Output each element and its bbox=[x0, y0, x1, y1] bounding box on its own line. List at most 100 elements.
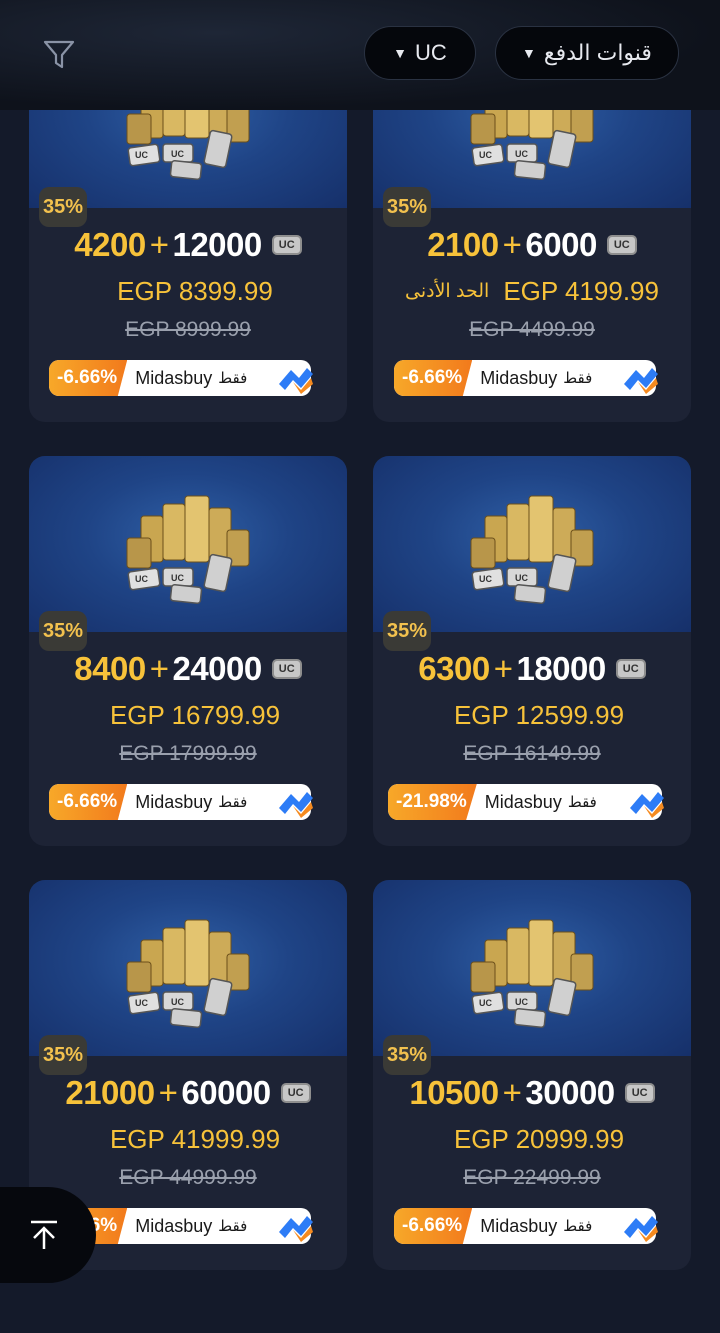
top-bar: ▼ UC ▼ قنوات الدفع bbox=[0, 0, 720, 110]
brand-name: Midasbuy bbox=[135, 791, 213, 812]
current-price: EGP 41999.99 bbox=[109, 1124, 281, 1154]
svg-text:UC: UC bbox=[515, 149, 528, 159]
uc-package-card[interactable]: UC UC 35% 10500 + 30000 UC EGP 20999.99 … bbox=[373, 880, 691, 1270]
currency-label: UC bbox=[415, 40, 447, 65]
minimum-label: الحد الأدنى bbox=[405, 281, 490, 302]
package-image: UC UC bbox=[373, 880, 691, 1056]
plus-sign: + bbox=[158, 1074, 178, 1111]
base-uc-amount: 60000 bbox=[181, 1074, 271, 1111]
uc-amount: 6300 + 18000 UC bbox=[373, 650, 691, 688]
bonus-uc-amount: 2100 bbox=[427, 226, 499, 263]
uc-currency-icon: UC bbox=[271, 659, 302, 679]
svg-text:UC: UC bbox=[135, 150, 148, 160]
discount-percent: -6.66% bbox=[394, 1208, 473, 1244]
uc-currency-icon: UC bbox=[271, 235, 302, 255]
midasbuy-logo-icon bbox=[279, 368, 313, 394]
midasbuy-logo-icon bbox=[624, 368, 658, 394]
only-label: فقط bbox=[563, 370, 593, 387]
original-price: EGP 16149.99 bbox=[463, 742, 601, 765]
base-uc-amount: 6000 bbox=[525, 226, 597, 263]
current-price: EGP 8399.99 bbox=[117, 276, 273, 306]
promo-text: Midasbuy فقط bbox=[472, 368, 592, 389]
uc-package-card[interactable]: UC UC 35% 6300 + 18000 UC EGP 12599.99 E… bbox=[373, 456, 691, 846]
svg-text:UC: UC bbox=[479, 574, 492, 584]
midasbuy-logo-icon bbox=[279, 1216, 313, 1242]
brand-name: Midasbuy bbox=[135, 1215, 213, 1236]
caret-down-icon: ▼ bbox=[522, 45, 536, 61]
price-row: EGP 41999.99 bbox=[29, 1124, 347, 1155]
uc-coins-pile-icon: UC UC bbox=[126, 495, 250, 604]
uc-amount: 8400 + 24000 UC bbox=[29, 650, 347, 688]
only-label: فقط bbox=[218, 794, 248, 811]
original-price: EGP 4499.99 bbox=[469, 318, 595, 341]
plus-sign: + bbox=[149, 226, 169, 263]
bonus-percent-badge: 35% bbox=[383, 187, 431, 227]
plus-sign: + bbox=[502, 1074, 522, 1111]
plus-sign: + bbox=[493, 650, 513, 687]
current-price: EGP 4199.99 bbox=[503, 276, 659, 306]
price-row: EGP 8399.99 bbox=[29, 276, 347, 307]
promo-text: Midasbuy فقط bbox=[127, 1216, 247, 1237]
current-price: EGP 20999.99 bbox=[453, 1124, 625, 1154]
midasbuy-promo-tag: -6.66% Midasbuy فقط bbox=[49, 360, 313, 396]
bonus-percent-badge: 35% bbox=[39, 611, 87, 651]
plus-sign: + bbox=[149, 650, 169, 687]
promo-text: Midasbuy فقط bbox=[472, 1216, 592, 1237]
svg-text:UC: UC bbox=[171, 997, 184, 1007]
svg-text:UC: UC bbox=[135, 574, 148, 584]
uc-amount: 10500 + 30000 UC bbox=[373, 1074, 691, 1112]
base-uc-amount: 30000 bbox=[525, 1074, 615, 1111]
price-row: EGP 16799.99 bbox=[29, 700, 347, 731]
uc-package-card[interactable]: UC UC 35% 8400 + 24000 UC EGP 16799.99 E… bbox=[29, 456, 347, 846]
arrow-up-to-top-icon bbox=[31, 1220, 57, 1249]
brand-name: Midasbuy bbox=[484, 791, 562, 812]
promo-text: Midasbuy فقط bbox=[477, 792, 597, 813]
discount-percent: -6.66% bbox=[394, 360, 473, 396]
only-label: فقط bbox=[567, 794, 597, 811]
package-image: UC UC bbox=[373, 456, 691, 632]
scroll-to-top-button[interactable] bbox=[0, 1187, 96, 1283]
only-label: فقط bbox=[563, 1218, 593, 1235]
filter-icon[interactable] bbox=[40, 36, 78, 74]
uc-amount: 21000 + 60000 UC bbox=[29, 1074, 347, 1112]
original-price: EGP 44999.99 bbox=[119, 1166, 257, 1189]
midasbuy-promo-tag: -6.66% Midasbuy فقط bbox=[49, 784, 313, 820]
payment-channels-label: قنوات الدفع bbox=[543, 40, 652, 65]
current-price: EGP 16799.99 bbox=[109, 700, 281, 730]
svg-text:UC: UC bbox=[515, 997, 528, 1007]
uc-currency-icon: UC bbox=[615, 659, 646, 679]
promo-text: Midasbuy فقط bbox=[127, 792, 247, 813]
plus-sign: + bbox=[502, 226, 522, 263]
price-row: الحد الأدنى EGP 4199.99 bbox=[373, 276, 691, 307]
package-image: UC UC bbox=[29, 880, 347, 1056]
brand-name: Midasbuy bbox=[135, 367, 213, 388]
package-image: UC UC bbox=[29, 456, 347, 632]
svg-text:UC: UC bbox=[171, 149, 184, 159]
uc-currency-icon: UC bbox=[624, 1083, 655, 1103]
uc-currency-icon: UC bbox=[606, 235, 637, 255]
svg-text:UC: UC bbox=[515, 573, 528, 583]
base-uc-amount: 12000 bbox=[172, 226, 262, 263]
brand-name: Midasbuy bbox=[480, 367, 558, 388]
midasbuy-logo-icon bbox=[630, 792, 664, 818]
uc-coins-pile-icon: UC UC bbox=[470, 919, 594, 1028]
original-price: EGP 8999.99 bbox=[125, 318, 251, 341]
bonus-uc-amount: 21000 bbox=[65, 1074, 155, 1111]
bonus-uc-amount: 10500 bbox=[409, 1074, 499, 1111]
uc-amount: 4200 + 12000 UC bbox=[29, 226, 347, 264]
svg-text:UC: UC bbox=[135, 998, 148, 1008]
uc-amount: 2100 + 6000 UC bbox=[373, 226, 691, 264]
bonus-percent-badge: 35% bbox=[39, 1035, 87, 1075]
bonus-percent-badge: 35% bbox=[39, 187, 87, 227]
brand-name: Midasbuy bbox=[480, 1215, 558, 1236]
base-uc-amount: 18000 bbox=[516, 650, 606, 687]
payment-channels-dropdown[interactable]: ▼ قنوات الدفع bbox=[495, 26, 679, 80]
currency-dropdown[interactable]: ▼ UC bbox=[364, 26, 476, 80]
svg-text:UC: UC bbox=[171, 573, 184, 583]
caret-down-icon: ▼ bbox=[393, 45, 408, 61]
original-price: EGP 17999.99 bbox=[119, 742, 257, 765]
bonus-uc-amount: 6300 bbox=[418, 650, 490, 687]
base-uc-amount: 24000 bbox=[172, 650, 262, 687]
only-label: فقط bbox=[218, 1218, 248, 1235]
uc-coins-pile-icon: UC UC bbox=[126, 919, 250, 1028]
